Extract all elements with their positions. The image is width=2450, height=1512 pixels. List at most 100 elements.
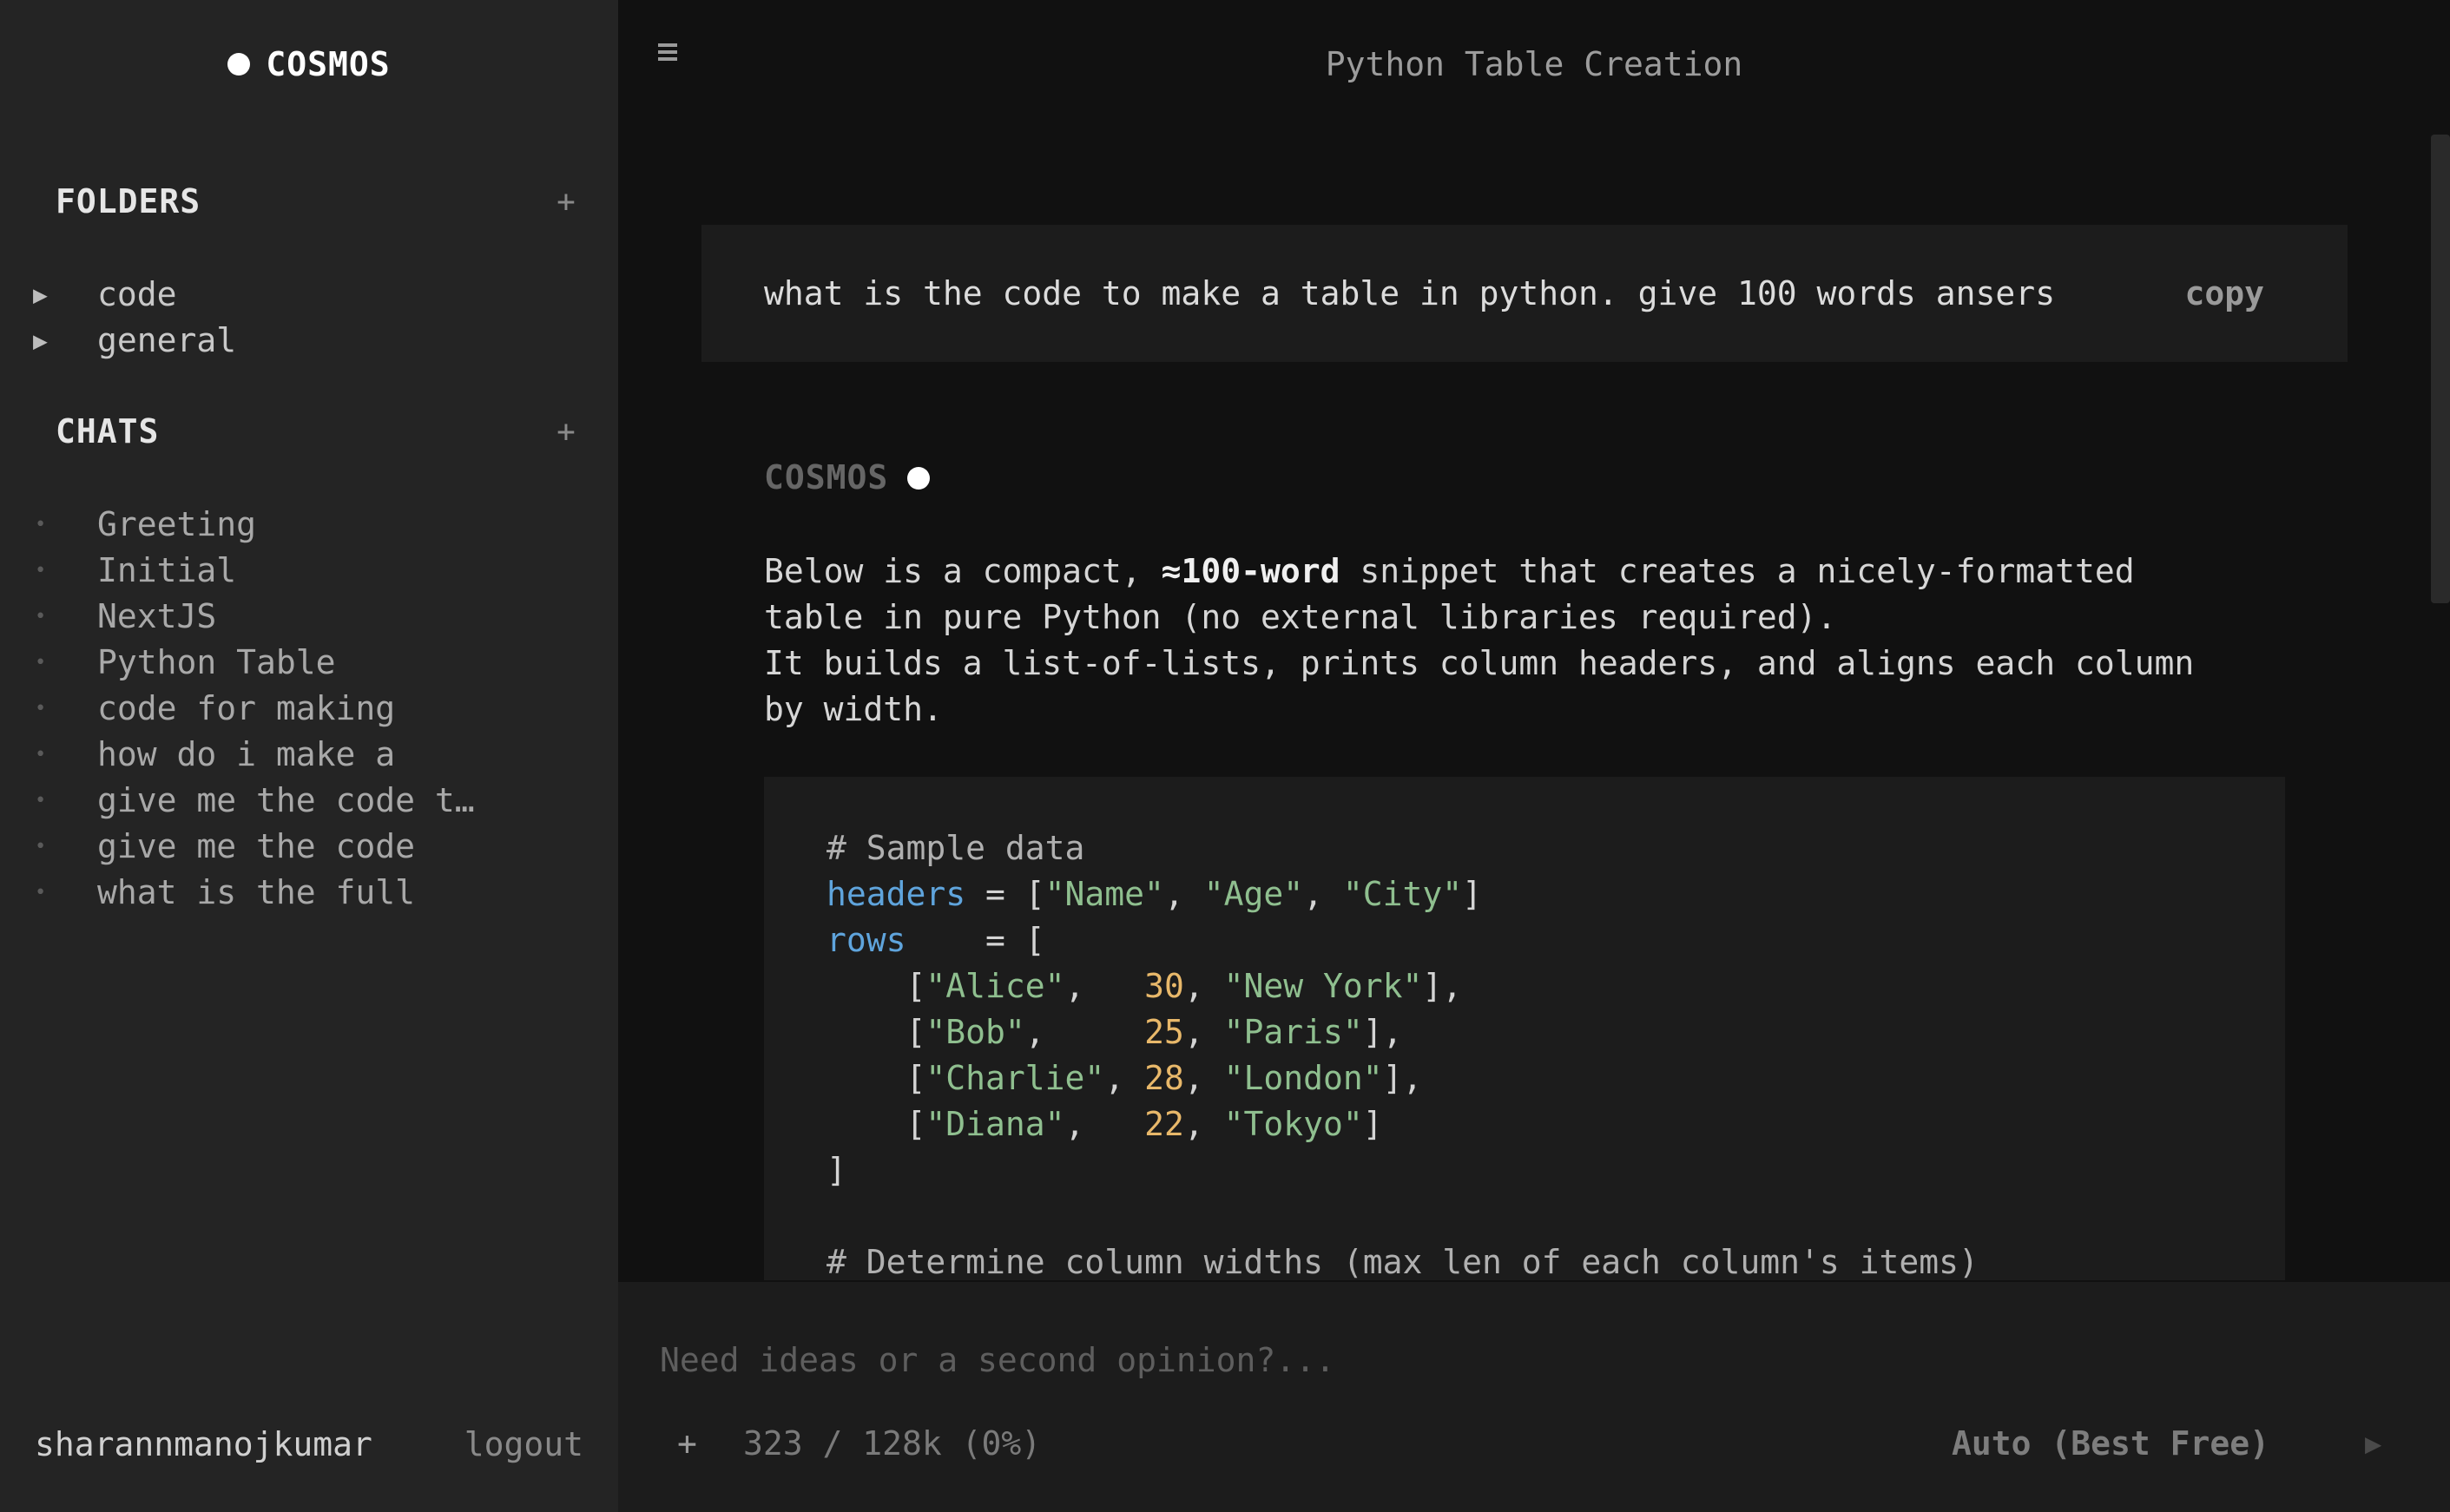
logout-link[interactable]: logout [464,1422,583,1468]
send-icon[interactable]: ▶ [2365,1421,2381,1467]
token-count: 323 / 128k (0%) [743,1424,1042,1463]
chats-title: CHATS [56,412,160,450]
code-operator: = [ [965,875,1045,913]
add-chat-button[interactable]: + [552,409,580,455]
code-string: "London" [1223,1059,1383,1097]
code-punct: ] [1362,1105,1383,1143]
code-punct: ], [1422,967,1463,1005]
prompt-input[interactable] [660,1334,2309,1386]
answer-text: snippet that creates a nicely-formatted [1340,552,2135,590]
triangle-right-icon: ▶ [33,326,48,355]
user-message-text: what is the code to make a table in pyth… [764,273,2056,312]
folder-item-code[interactable]: ▶ code [33,272,236,318]
folder-label: general [97,321,237,359]
chat-item[interactable]: • what is the full [35,870,475,916]
answer-line: table in pure Python (no external librar… [764,598,1837,636]
chat-label: give me the code [97,827,416,865]
code-number: 30 [1144,967,1184,1005]
answer-line: by width. [764,690,943,728]
bullet-icon: • [35,882,47,904]
answer-text: Below is a compact, [764,552,1162,590]
code-string: "Tokyo" [1223,1105,1363,1143]
code-number: 22 [1144,1105,1184,1143]
user-message: what is the code to make a table in pyth… [701,225,2348,362]
chat-item[interactable]: • Initial [35,548,475,594]
code-number: 28 [1144,1059,1184,1097]
code-pad [1045,1013,1144,1051]
code-string: "Bob" [925,1013,1025,1051]
answer-line: It builds a list-of-lists, prints column… [764,644,2195,682]
sidebar: COSMOS FOLDERS + ▶ code ▶ general CHATS … [0,0,618,1512]
bullet-icon: • [35,790,47,812]
brand-name: COSMOS [266,44,391,83]
code-variable: headers [827,875,966,913]
code-string: "City" [1342,875,1463,913]
main-panel: Python Table Creation what is the code t… [618,0,2450,1512]
copy-button[interactable]: copy [2184,271,2264,317]
bullet-icon: • [35,836,47,858]
bullet-icon: • [35,698,47,720]
chat-label: how do i make a [97,735,396,773]
add-folder-button[interactable]: + [552,179,580,225]
model-selector[interactable]: Auto (Best Free) [1952,1421,2269,1467]
folders-title: FOLDERS [56,182,201,220]
chat-list: • Greeting • Initial • NextJS • Python Table… [35,502,475,916]
code-content: # Sample data headers = ["Name", "Age", … [827,829,1979,1280]
code-punct: ], [1362,1013,1403,1051]
code-pad [1124,1059,1144,1097]
brand-dot-icon [227,53,251,76]
page-title: Python Table Creation [1325,45,1743,83]
chat-item[interactable]: • code for making [35,686,475,732]
chat-label: Python Table [97,643,336,681]
chat-item[interactable]: • Python Table [35,640,475,686]
code-string: "Paris" [1223,1013,1363,1051]
code-string: "Alice" [925,967,1065,1005]
assistant-name: COSMOS [764,458,889,496]
brand-logo[interactable]: COSMOS [0,38,618,90]
chat-item[interactable]: • NextJS [35,594,475,640]
code-comment: # Determine column widths (max len of ea… [827,1243,1979,1280]
code-comment: # Sample data [827,829,1085,867]
code-operator: = [ [906,921,1045,959]
code-pad [1084,967,1144,1005]
code-punct: ], [1382,1059,1423,1097]
bullet-icon: • [35,606,47,628]
bullet-icon: • [35,652,47,674]
chat-item[interactable]: • how do i make a [35,732,475,778]
code-pad [1084,1105,1144,1143]
chat-label: Greeting [97,505,257,543]
assistant-dot-icon [907,466,931,490]
assistant-label: COSMOS [764,455,931,501]
triangle-right-icon: ▶ [33,280,48,309]
bullet-icon: • [35,744,47,766]
chat-label: NextJS [97,597,217,635]
chat-item[interactable]: • give me the code t… [35,778,475,824]
code-string: "Age" [1203,875,1304,913]
answer-bold: ≈100-word [1161,552,1340,590]
chat-label: code for making [97,689,396,727]
assistant-answer: Below is a compact, ≈100-word snippet th… [764,549,2292,733]
folder-label: code [97,275,177,313]
folder-list: ▶ code ▶ general [33,272,236,364]
code-string: "Charlie" [925,1059,1105,1097]
bullet-icon: • [35,514,47,536]
chat-label: give me the code t… [97,781,475,819]
bullet-icon: • [35,560,47,582]
scrollbar[interactable] [2431,135,2450,603]
code-string: "Name" [1044,875,1164,913]
folder-item-general[interactable]: ▶ general [33,318,236,364]
composer: + 323 / 128k (0%) Auto (Best Free) ▶ [618,1282,2450,1512]
code-variable: rows [827,921,906,959]
code-number: 25 [1144,1013,1184,1051]
chat-label: what is the full [97,873,416,911]
chat-label: Initial [97,551,237,589]
code-string: "New York" [1223,967,1423,1005]
answer-line: Below is a compact, ≈100-word snippet th… [764,549,2292,595]
chat-item[interactable]: • give me the code [35,824,475,870]
code-punct: ] [827,1151,846,1189]
username: sharannmanojkumar [35,1425,372,1463]
chat-item[interactable]: • Greeting [35,502,475,548]
code-string: "Diana" [925,1105,1065,1143]
attach-plus-button[interactable]: + [677,1421,697,1467]
user-row: sharannmanojkumar logout [35,1422,583,1468]
